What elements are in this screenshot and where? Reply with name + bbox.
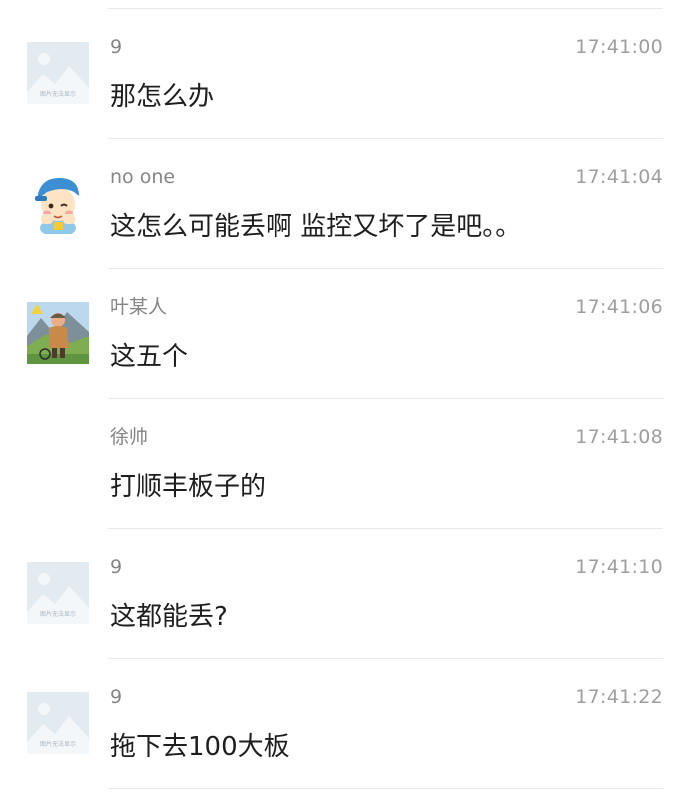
- timestamp: 17:41:06: [575, 296, 663, 318]
- placeholder-caption: 图片无法显示: [40, 90, 76, 98]
- chat-message[interactable]: 徐帅 17:41:08 打顺丰板子的: [0, 398, 692, 528]
- chat-message[interactable]: 叶某人 17:41:06 这五个: [0, 268, 692, 398]
- message-text: 那怎么办: [110, 82, 215, 112]
- timestamp: 17:41:08: [575, 426, 663, 448]
- sender-name[interactable]: no one: [110, 165, 175, 189]
- sender-name[interactable]: 9: [110, 35, 122, 59]
- placeholder-caption: 图片无法显示: [40, 610, 76, 618]
- sender-name[interactable]: 9: [110, 555, 122, 579]
- message-text: 这五个: [110, 342, 189, 372]
- placeholder-caption: 图片无法显示: [40, 740, 76, 748]
- placeholder-image-icon[interactable]: 图片无法显示: [27, 562, 89, 624]
- sender-name[interactable]: 徐帅: [110, 425, 148, 449]
- cartoon-boy-avatar[interactable]: [27, 172, 89, 234]
- placeholder-image-icon[interactable]: 图片无法显示: [27, 42, 89, 104]
- message-text: 这怎么可能丢啊 监控又坏了是吧。。: [110, 212, 522, 242]
- chat-message[interactable]: 图片无法显示 9 17:41:00 那怎么办: [0, 8, 692, 138]
- cyclist-avatar[interactable]: [27, 302, 89, 364]
- placeholder-image-icon[interactable]: 图片无法显示: [27, 692, 89, 754]
- timestamp: 17:41:10: [575, 556, 663, 578]
- sender-name[interactable]: 9: [110, 685, 122, 709]
- divider: [108, 788, 663, 789]
- message-text: 拖下去100大板: [110, 732, 290, 762]
- message-text: 这都能丢?: [110, 602, 228, 632]
- sender-name[interactable]: 叶某人: [110, 295, 167, 319]
- timestamp: 17:41:00: [575, 36, 663, 58]
- timestamp: 17:41:22: [575, 686, 663, 708]
- chat-message[interactable]: no one 17:41:04 这怎么可能丢啊 监控又坏了是吧。。: [0, 138, 692, 268]
- chat-message[interactable]: 图片无法显示 9 17:41:10 这都能丢?: [0, 528, 692, 658]
- message-text: 打顺丰板子的: [110, 472, 267, 502]
- timestamp: 17:41:04: [575, 166, 663, 188]
- chat-message[interactable]: 图片无法显示 9 17:41:22 拖下去100大板: [0, 658, 692, 788]
